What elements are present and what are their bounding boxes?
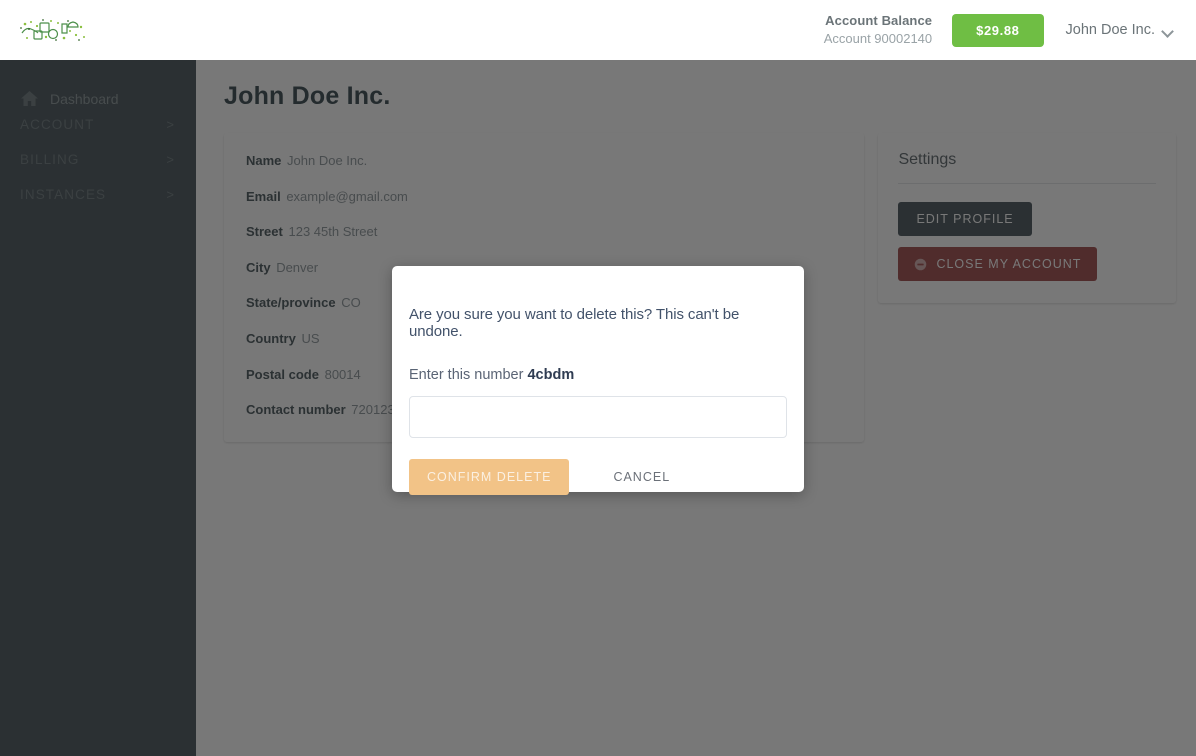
chevron-down-icon [1163, 27, 1174, 34]
header-right-group: Account Balance Account 90002140 $29.88 … [824, 12, 1196, 47]
modal-prompt-row: Enter this number 4cbdm [409, 367, 787, 383]
account-menu-label: John Doe Inc. [1065, 22, 1155, 38]
delete-confirmation-modal: Are you sure you want to delete this? Th… [392, 266, 804, 495]
modal-confirmation-code: 4cbdm [527, 367, 575, 383]
modal-prompt-label: Enter this number [409, 367, 524, 383]
account-menu-dropdown[interactable]: John Doe Inc. [1066, 22, 1180, 38]
cancel-button[interactable]: CANCEL [597, 459, 686, 495]
account-balance-title: Account Balance [825, 13, 933, 29]
company-logo[interactable] [18, 17, 88, 43]
confirmation-code-input[interactable] [409, 396, 787, 438]
account-balance-block: Account Balance Account 90002140 [824, 12, 932, 47]
modal-action-row: CONFIRM DELETE CANCEL [409, 459, 787, 495]
account-balance-button[interactable]: $29.88 [952, 13, 1044, 47]
account-number-label: Account 90002140 [823, 31, 933, 46]
modal-question-text: Are you sure you want to delete this? Th… [409, 306, 740, 340]
confirm-delete-button[interactable]: CONFIRM DELETE [409, 459, 570, 495]
top-header-bar: Account Balance Account 90002140 $29.88 … [0, 0, 1196, 60]
app-root: Account Balance Account 90002140 $29.88 … [0, 0, 1196, 756]
